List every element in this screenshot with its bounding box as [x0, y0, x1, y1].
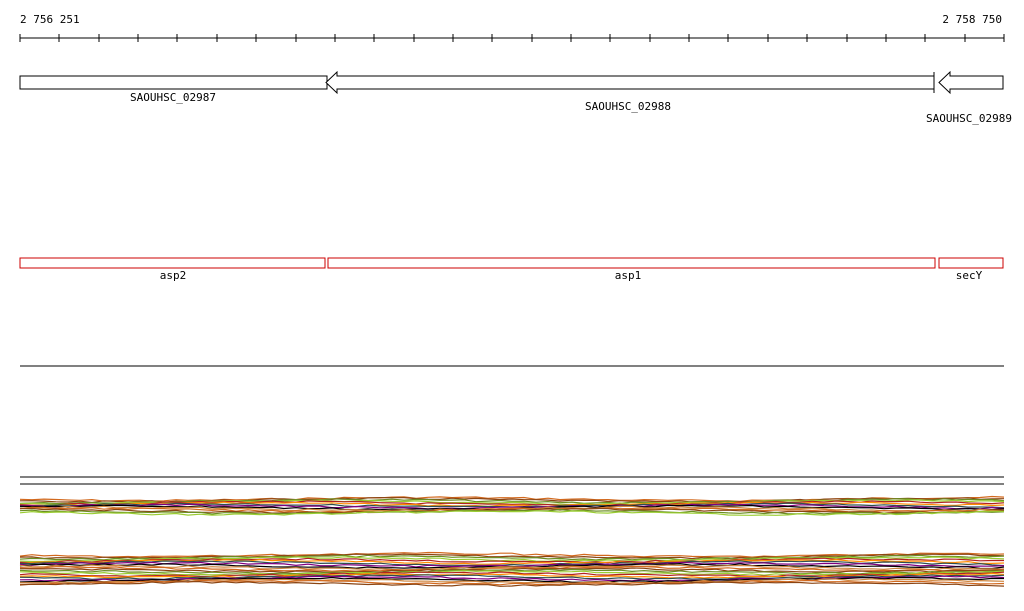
coordinate-ruler: 2 756 251 2 758 750	[19, 13, 1005, 42]
coverage-track-upper	[19, 495, 1005, 516]
feature-label: asp2	[160, 269, 187, 282]
ruler-start-label: 2 756 251	[20, 13, 80, 26]
gene-track: SAOUHSC_02987 SAOUHSC_02988 SAOUHSC_0298…	[19, 70, 1012, 125]
genome-browser-view: 2 756 251 2 758 750 SAOUHSC_02987 SAOUHS…	[19, 13, 1012, 587]
gene-arrow-saouhsc-02989[interactable]	[938, 70, 1004, 95]
gene-label: SAOUHSC_02989	[926, 112, 1012, 125]
gene-label: SAOUHSC_02988	[585, 100, 671, 113]
feature-label: asp1	[615, 269, 642, 282]
ruler-end-label: 2 758 750	[942, 13, 1002, 26]
feature-box-secy[interactable]	[938, 257, 1004, 269]
feature-box-asp1[interactable]	[327, 257, 936, 269]
gene-arrow-saouhsc-02988[interactable]	[325, 70, 935, 95]
feature-track: asp2 asp1 secY	[19, 257, 1004, 282]
coverage-track-lower	[19, 551, 1005, 587]
gene-arrow-saouhsc-02987[interactable]	[19, 75, 328, 90]
feature-box-asp2[interactable]	[19, 257, 326, 269]
gene-label: SAOUHSC_02987	[130, 91, 216, 104]
feature-label: secY	[956, 269, 983, 282]
